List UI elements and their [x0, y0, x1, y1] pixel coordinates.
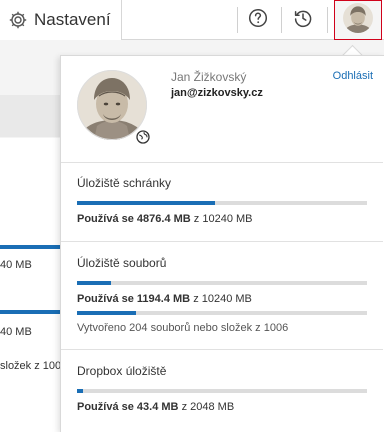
- user-email: jan@zizkovsky.cz: [171, 87, 263, 99]
- help-icon: [248, 8, 268, 33]
- background-strip: [0, 95, 60, 137]
- gear-icon: [8, 10, 28, 30]
- user-menu-button[interactable]: [334, 0, 382, 40]
- section-divider: [61, 241, 383, 242]
- account-popover: Jan Žižkovský jan@zizkovsky.cz Odhlásit …: [60, 55, 384, 432]
- toolbar-divider: [327, 7, 328, 33]
- files-count-fill: [77, 311, 136, 315]
- storage-usage-dropbox: Používá se 43.4 MB z 2048 MB: [77, 401, 235, 413]
- background-progress-bar: [0, 310, 60, 314]
- user-name: Jan Žižkovský: [171, 70, 247, 84]
- background-text: 40 MB: [0, 259, 32, 271]
- avatar: [343, 2, 373, 38]
- storage-title-files: Úložiště souborů: [77, 256, 167, 270]
- files-count-progress: [77, 311, 367, 315]
- section-divider: [61, 349, 383, 350]
- tab-settings[interactable]: Nastavení: [0, 0, 122, 40]
- storage-usage-mailbox: Používá se 4876.4 MB z 10240 MB: [77, 213, 253, 225]
- storage-progress-fill: [77, 201, 216, 205]
- storage-progress-fill: [77, 281, 111, 285]
- storage-usage-files: Používá se 1194.4 MB z 10240 MB: [77, 293, 252, 305]
- background-panel: 40 MB 40 MB složek z 100: [0, 138, 62, 432]
- storage-progress-dropbox: [77, 389, 367, 393]
- tab-settings-label: Nastavení: [34, 10, 111, 29]
- storage-progress-mailbox: [77, 201, 367, 205]
- storage-title-dropbox: Dropbox úložiště: [77, 364, 167, 378]
- profile-section: Jan Žižkovský jan@zizkovsky.cz Odhlásit: [61, 56, 383, 163]
- background-text: 40 MB: [0, 326, 32, 338]
- storage-title-mailbox: Úložiště schránky: [77, 176, 172, 190]
- storage-progress-fill: [77, 389, 84, 393]
- top-bar: Nastavení: [0, 0, 384, 40]
- background-progress-bar: [0, 245, 60, 249]
- history-icon: [293, 8, 313, 33]
- logout-link[interactable]: Odhlásit: [333, 70, 373, 82]
- files-count-note: Vytvořeno 204 souborů nebo složek z 1006: [77, 322, 289, 334]
- history-button[interactable]: [281, 0, 325, 40]
- storage-progress-files: [77, 281, 367, 285]
- globe-icon: [134, 128, 152, 146]
- background-text: složek z 100: [0, 360, 62, 372]
- help-button[interactable]: [236, 0, 280, 40]
